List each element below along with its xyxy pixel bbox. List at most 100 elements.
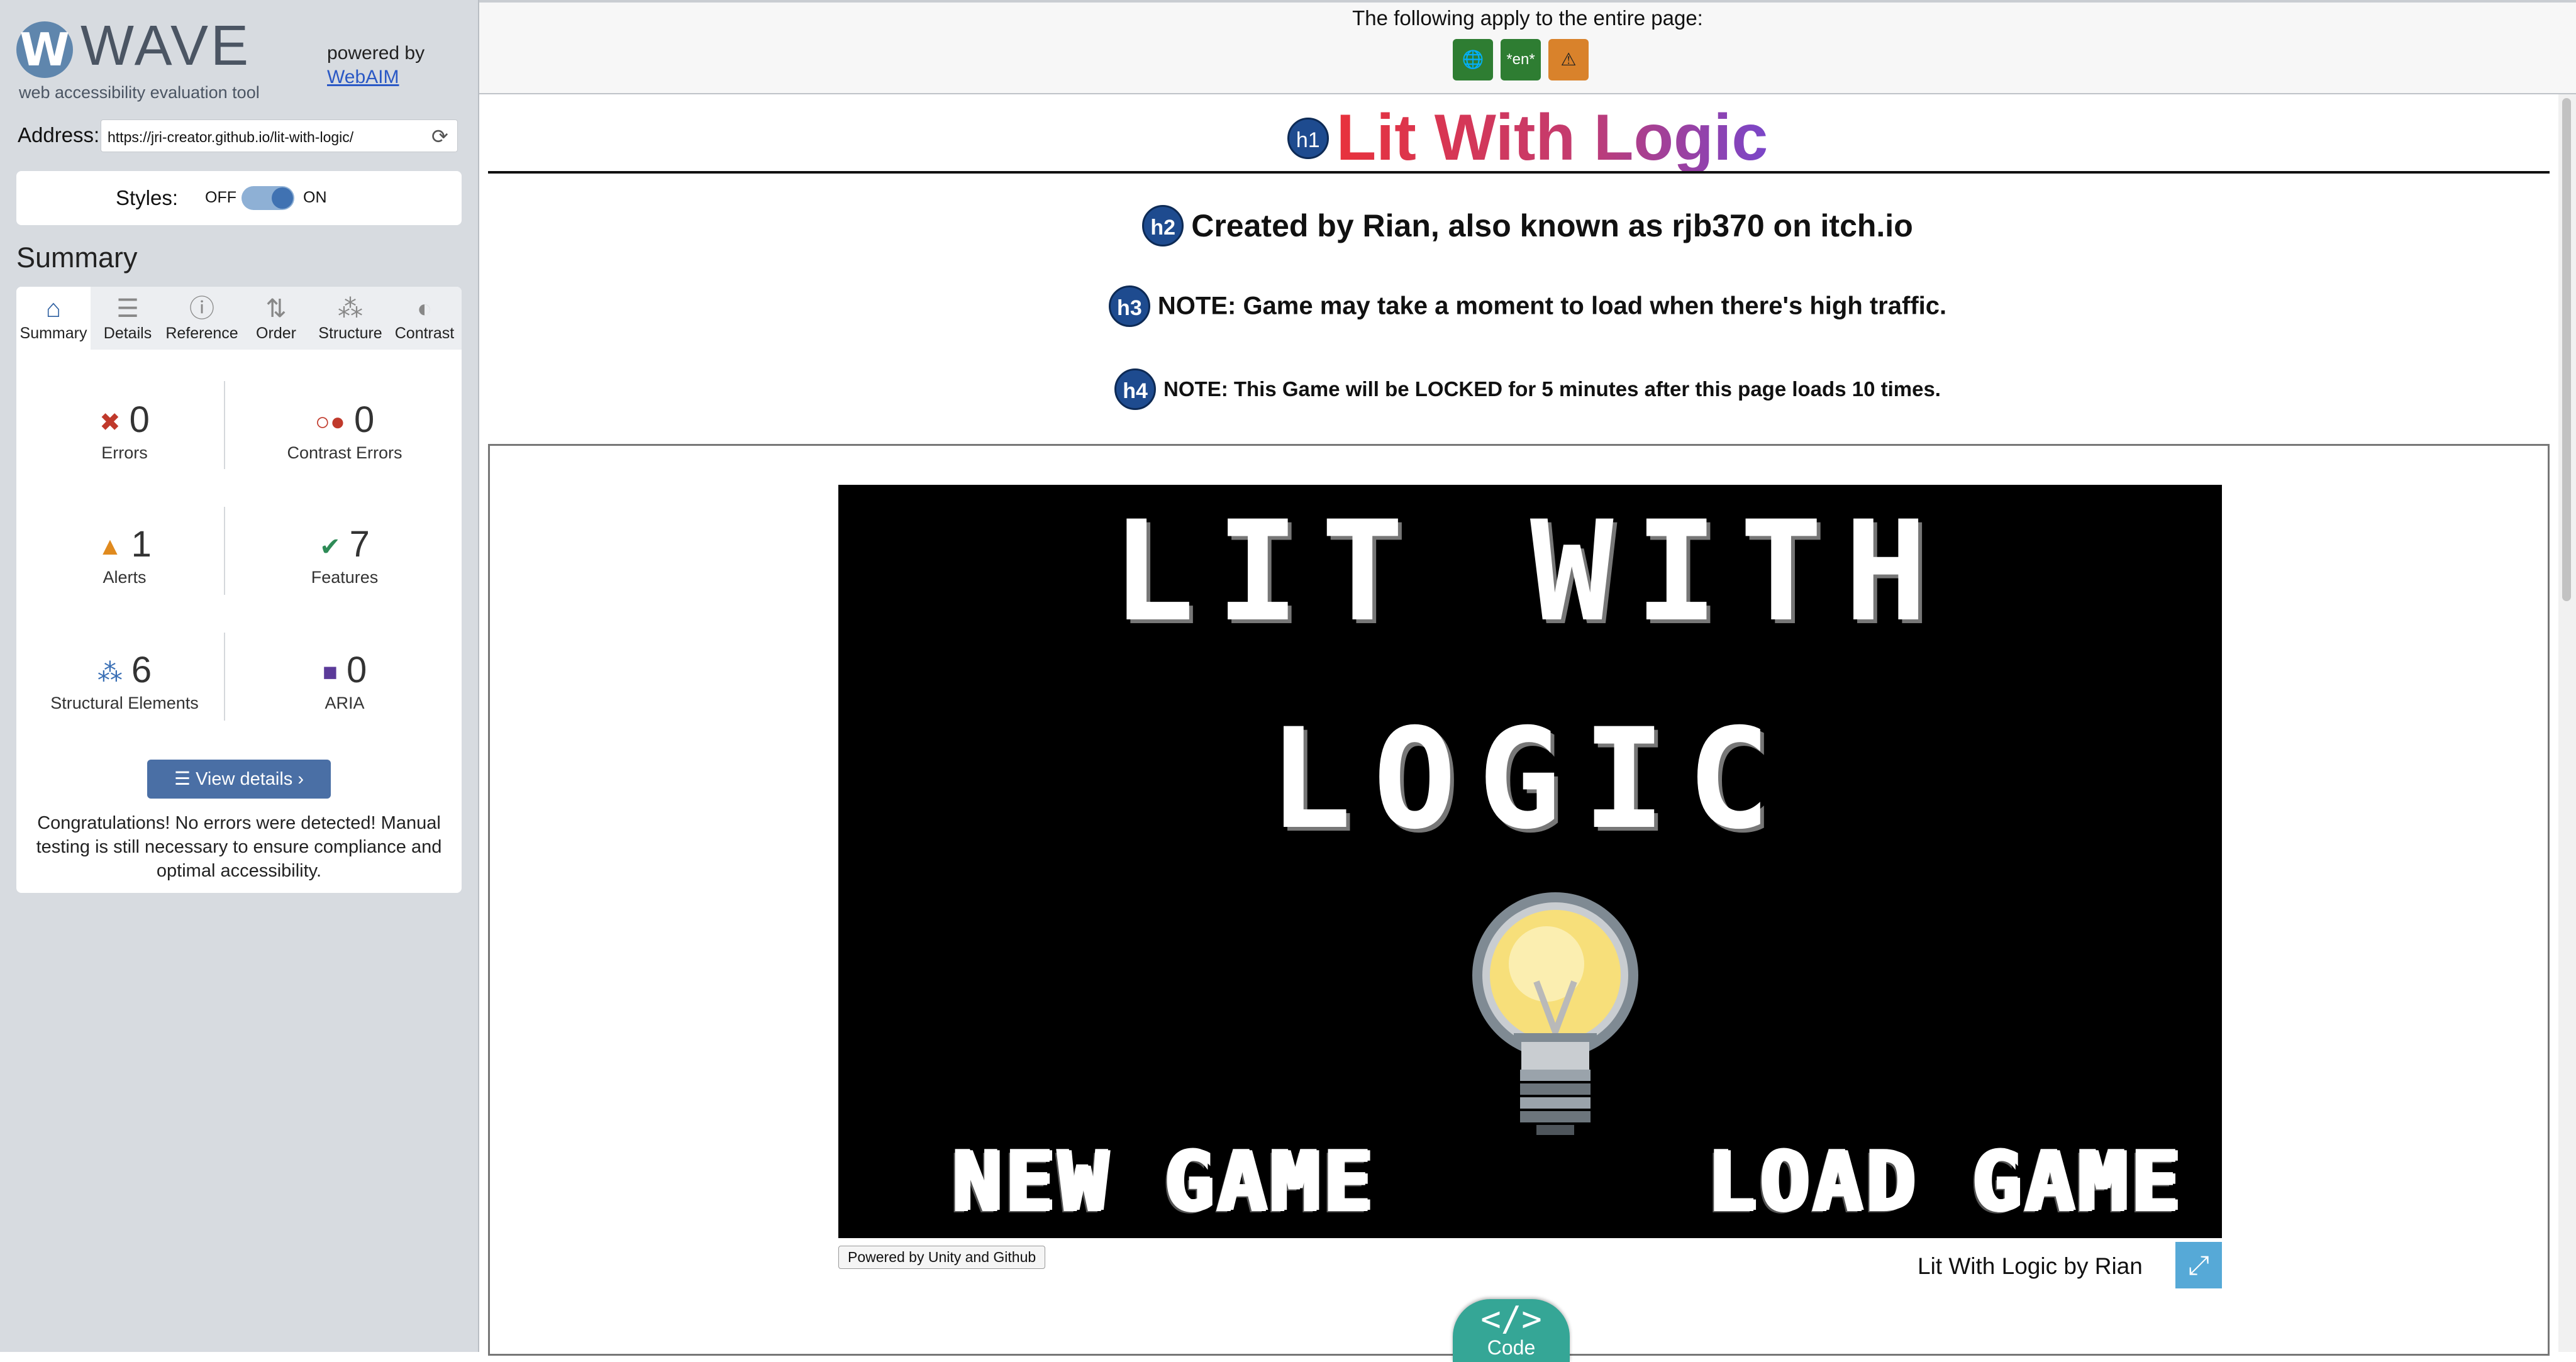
h2-badge-icon[interactable]: h2 bbox=[1142, 205, 1184, 246]
wave-logo-icon: W bbox=[16, 21, 73, 78]
wave-tagline: web accessibility evaluation tool bbox=[19, 83, 260, 102]
contrast-error-icon: ○● bbox=[314, 408, 346, 436]
powered-by-label: powered by bbox=[327, 43, 425, 64]
h1-text: Lit With Logic bbox=[1336, 101, 1768, 174]
view-details-label: View details › bbox=[196, 769, 304, 789]
aria-label: ARIA bbox=[325, 694, 365, 712]
order-icon: ⇅ bbox=[265, 295, 287, 323]
info-icon: ⓘ bbox=[189, 295, 214, 323]
tab-contrast[interactable]: ◐ Contrast bbox=[387, 287, 462, 350]
webaim-link[interactable]: WebAIM bbox=[327, 65, 425, 89]
language-globe-icon[interactable]: 🌐 bbox=[1453, 39, 1493, 80]
structural-count: 6 bbox=[131, 650, 152, 690]
view-details-button[interactable]: ☰ View details › bbox=[147, 760, 331, 799]
contrast-icon: ◐ bbox=[416, 295, 433, 323]
powered-badge: Powered by Unity and Github bbox=[838, 1246, 1046, 1269]
game-iframe: LIT WITH LOGIC NEW GAME LOAD GAME Powere… bbox=[488, 444, 2550, 1356]
unity-game-canvas[interactable]: LIT WITH LOGIC NEW GAME LOAD GAME bbox=[838, 485, 2222, 1238]
summary-panel: ⌂ Summary ☰ Details ⓘ Reference ⇅ Order … bbox=[16, 287, 462, 893]
page-alert-icon[interactable]: ⚠ bbox=[1548, 39, 1589, 80]
wave-logo-text: WAVE bbox=[80, 14, 252, 77]
code-icon: </> bbox=[1480, 1299, 1542, 1339]
alert-icon: ▲ bbox=[97, 533, 123, 561]
structure-icon: ⁂ bbox=[97, 658, 123, 687]
aria-icon: ■ bbox=[322, 658, 338, 687]
styles-label: Styles: bbox=[116, 186, 179, 209]
heading-h4: h4 NOTE: This Game will be LOCKED for 5 m… bbox=[479, 368, 2576, 410]
fullscreen-button[interactable]: ⤢ bbox=[2175, 1242, 2222, 1288]
tab-details[interactable]: ☰ Details bbox=[91, 287, 165, 350]
congrats-message: Congratulations! No errors were detected… bbox=[36, 813, 442, 881]
tab-structure[interactable]: ⁂ Structure bbox=[313, 287, 387, 350]
address-input[interactable]: https://jri-creator.github.io/lit-with-l… bbox=[101, 119, 458, 152]
tab-label: Details bbox=[103, 324, 152, 342]
toggle-knob bbox=[272, 187, 293, 209]
list-icon: ☰ bbox=[174, 769, 196, 789]
page-level-bar: The following apply to the entire page: … bbox=[479, 3, 2576, 94]
page-applies-text: The following apply to the entire page: bbox=[1352, 6, 1703, 30]
game-title-line1: LIT WITH bbox=[1111, 491, 1949, 652]
alerts-label: Alerts bbox=[103, 568, 147, 587]
wave-sidebar: W WAVE web accessibility evaluation tool… bbox=[0, 0, 479, 1352]
features-label: Features bbox=[311, 568, 379, 587]
tab-label: Order bbox=[256, 324, 296, 342]
heading-h3: h3 NOTE: Game may take a moment to load w… bbox=[479, 285, 2576, 327]
feature-icon: ✔ bbox=[319, 533, 341, 561]
stat-features[interactable]: ✔ 7 Features bbox=[250, 523, 439, 587]
styles-on-label: ON bbox=[303, 189, 327, 206]
divider bbox=[224, 507, 225, 595]
tab-label: Structure bbox=[318, 324, 382, 342]
contrast-count: 0 bbox=[354, 399, 375, 440]
tab-reference[interactable]: ⓘ Reference bbox=[165, 287, 239, 350]
tab-label: Summary bbox=[19, 324, 87, 342]
h2-text: Created by Rian, also known as rjb370 on… bbox=[1191, 208, 1913, 243]
reload-icon[interactable]: ⟳ bbox=[431, 125, 448, 148]
errors-count: 0 bbox=[129, 399, 150, 440]
lang-en-icon[interactable]: *en* bbox=[1501, 39, 1541, 80]
divider bbox=[224, 381, 225, 469]
game-title-line2: LOGIC bbox=[1268, 699, 1792, 860]
wave-tabs: ⌂ Summary ☰ Details ⓘ Reference ⇅ Order … bbox=[16, 287, 462, 350]
load-game-button[interactable]: LOAD GAME bbox=[1705, 1132, 2183, 1231]
page-level-icons: 🌐 *en* ⚠ bbox=[1453, 39, 1589, 80]
code-toggle-tab[interactable]: </> Code bbox=[1453, 1299, 1570, 1362]
game-credit: Lit With Logic by Rian bbox=[1918, 1253, 2143, 1279]
styles-off-label: OFF bbox=[205, 189, 236, 206]
scrollbar-thumb[interactable] bbox=[2562, 98, 2571, 601]
error-icon: ✖ bbox=[99, 408, 121, 436]
alerts-count: 1 bbox=[131, 524, 152, 565]
tab-summary[interactable]: ⌂ Summary bbox=[16, 287, 91, 350]
stat-alerts[interactable]: ▲ 1 Alerts bbox=[30, 523, 219, 587]
aria-count: 0 bbox=[346, 650, 367, 690]
h4-badge-icon[interactable]: h4 bbox=[1114, 368, 1157, 410]
stat-errors[interactable]: ✖ 0 Errors bbox=[30, 399, 219, 463]
styles-toggle[interactable] bbox=[242, 186, 294, 210]
h4-text: NOTE: This Game will be LOCKED for 5 min… bbox=[1163, 377, 1941, 401]
styles-toggle-box: Styles: OFF ON bbox=[16, 171, 462, 225]
errors-label: Errors bbox=[101, 443, 148, 462]
features-count: 7 bbox=[349, 524, 370, 565]
heading-h2: h2 Created by Rian, also known as rjb370 … bbox=[479, 205, 2576, 246]
stat-aria[interactable]: ■ 0 ARIA bbox=[250, 649, 439, 713]
stat-structural[interactable]: ⁂ 6 Structural Elements bbox=[30, 649, 219, 713]
evaluated-page: The following apply to the entire page: … bbox=[479, 0, 2576, 1362]
code-label: Code bbox=[1487, 1336, 1536, 1359]
tab-label: Reference bbox=[165, 324, 238, 342]
address-label: Address: bbox=[18, 123, 100, 147]
stat-contrast-errors[interactable]: ○● 0 Contrast Errors bbox=[250, 399, 439, 463]
h1-badge-icon[interactable]: h1 bbox=[1287, 117, 1329, 159]
new-game-button[interactable]: NEW GAME bbox=[950, 1132, 1375, 1231]
home-icon: ⌂ bbox=[45, 295, 62, 323]
h1-rule bbox=[488, 171, 2550, 174]
h3-text: NOTE: Game may take a moment to load whe… bbox=[1157, 292, 1947, 320]
fullscreen-icon: ⤢ bbox=[2188, 1250, 2209, 1280]
list-icon: ☰ bbox=[116, 295, 139, 323]
lightbulb-icon bbox=[1472, 892, 1638, 1135]
page-title: h1 Lit With Logic bbox=[479, 101, 2576, 175]
divider bbox=[224, 633, 225, 721]
structural-label: Structural Elements bbox=[50, 694, 199, 712]
powered-by: powered by WebAIM bbox=[327, 42, 425, 89]
tab-order[interactable]: ⇅ Order bbox=[239, 287, 313, 350]
h3-badge-icon[interactable]: h3 bbox=[1108, 285, 1150, 327]
contrast-label: Contrast Errors bbox=[287, 443, 402, 462]
